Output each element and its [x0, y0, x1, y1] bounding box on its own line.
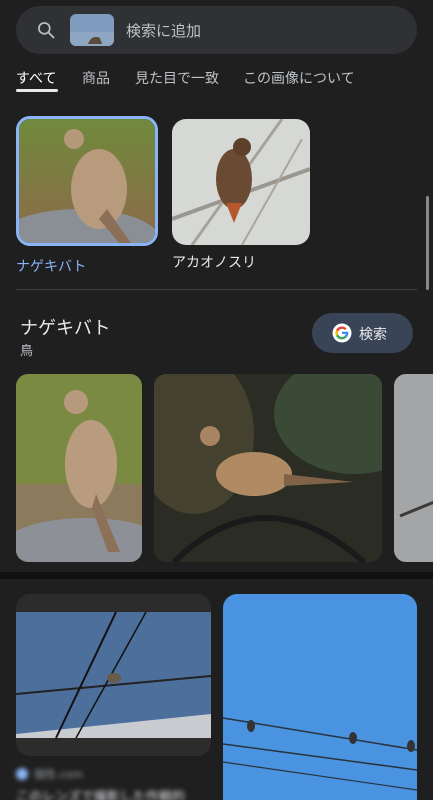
result-site[interactable]: 個性.com — [16, 766, 83, 782]
section-separator — [0, 572, 433, 579]
google-logo-icon — [332, 323, 352, 343]
query-image-thumbnail[interactable] — [70, 14, 114, 46]
result-card[interactable] — [16, 594, 211, 756]
match-image-mourning-dove[interactable] — [16, 116, 158, 246]
entity-image[interactable] — [16, 374, 142, 562]
site-favicon-icon — [16, 768, 28, 780]
scrollbar[interactable] — [426, 196, 429, 290]
match-card-mourning-dove[interactable]: ナゲキバト — [16, 116, 158, 276]
result-card[interactable] — [223, 594, 417, 800]
divider — [16, 289, 417, 290]
search-bar[interactable]: 検索に追加 — [16, 6, 417, 54]
match-image-red-tailed-hawk[interactable] — [172, 119, 310, 245]
filter-tabs: すべて 商品 見た目で一致 この画像について — [16, 68, 426, 94]
entity-image[interactable] — [154, 374, 382, 562]
entity-title: ナゲキバト — [20, 318, 111, 339]
search-input[interactable]: 検索に追加 — [126, 20, 201, 41]
result-title[interactable]: このレンズで撮影した作戦的 — [16, 786, 185, 800]
active-tab-indicator — [16, 89, 58, 92]
google-search-button[interactable]: 検索 — [312, 313, 413, 353]
search-button-label: 検索 — [359, 327, 387, 343]
entity-image[interactable] — [394, 374, 433, 562]
match-label[interactable]: アカオノスリ — [172, 252, 307, 272]
tab-about-this-image[interactable]: この画像について — [243, 68, 355, 88]
search-icon[interactable] — [36, 20, 56, 40]
tab-visual-matches[interactable]: 見た目で一致 — [135, 68, 219, 88]
tab-all[interactable]: すべて — [16, 68, 56, 88]
result-site-name: 個性.com — [34, 768, 83, 781]
match-label[interactable]: ナゲキバト — [16, 256, 158, 276]
entity-subtitle: 鳥 — [20, 344, 34, 359]
match-card-red-tailed-hawk[interactable]: アカオノスリ — [169, 116, 310, 272]
tab-products[interactable]: 商品 — [82, 68, 110, 88]
